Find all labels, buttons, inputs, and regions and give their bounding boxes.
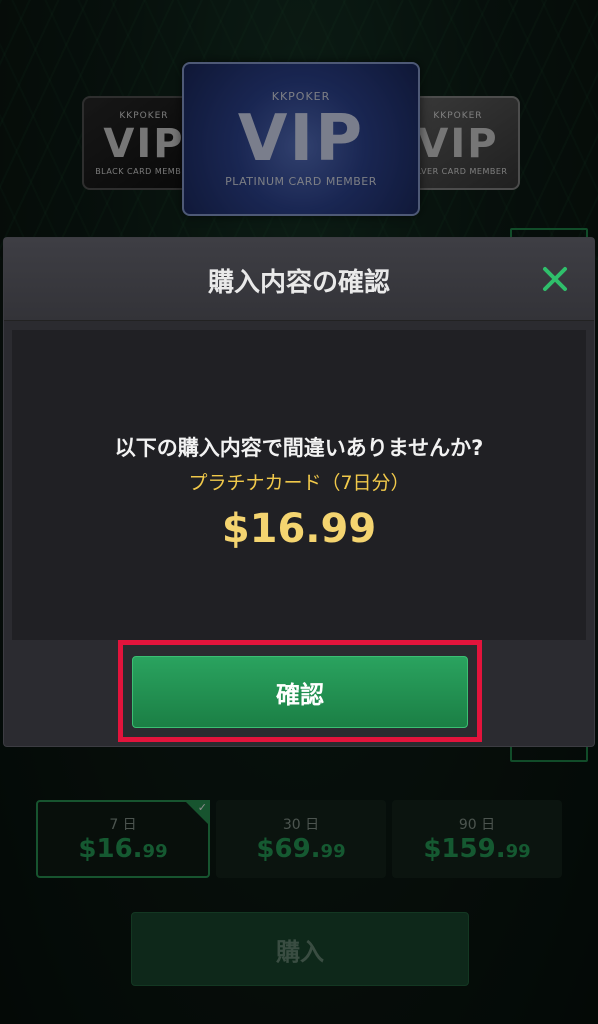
confirm-question: 以下の購入内容で間違いありませんか? bbox=[114, 436, 484, 460]
dialog-title: 購入内容の確認 bbox=[207, 268, 390, 298]
close-icon[interactable] bbox=[540, 264, 570, 294]
dialog-header: 購入内容の確認 bbox=[4, 238, 594, 321]
confirm-button[interactable]: 確認 bbox=[132, 656, 468, 728]
product-price: $16.99 bbox=[221, 506, 377, 552]
purchase-confirm-dialog: 購入内容の確認 以下の購入内容で間違いありませんか? プラチナカード（7日分） … bbox=[4, 238, 594, 746]
dialog-body: 以下の購入内容で間違いありませんか? プラチナカード（7日分） $16.99 bbox=[12, 330, 586, 640]
product-name: プラチナカード（7日分） bbox=[188, 472, 410, 494]
